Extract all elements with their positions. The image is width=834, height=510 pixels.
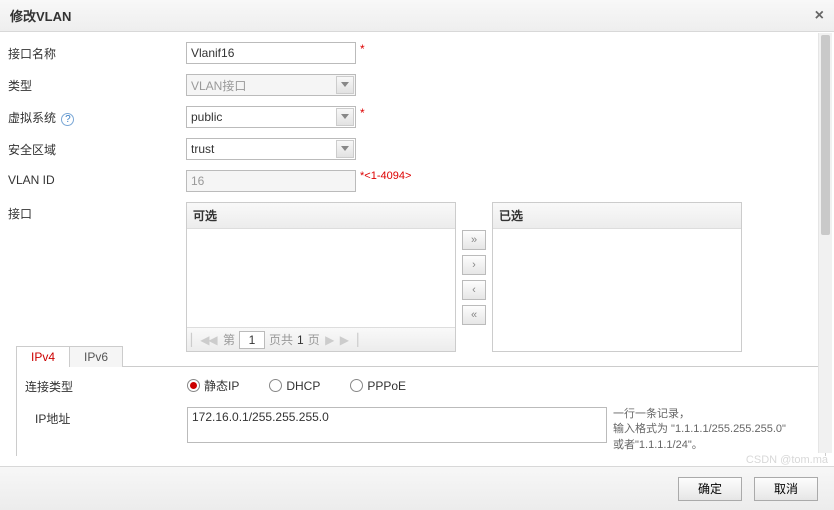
label-conn-type: 连接类型 [25,375,187,395]
pager-suffix-a: 页共 [269,331,293,348]
close-icon[interactable]: × [815,7,824,25]
pager: ▏◀ ◀ 第 页共 1 页 ▶ ▶▕ [187,327,455,351]
radio-icon [269,379,282,392]
move-all-right-button[interactable]: » [462,230,486,250]
required-marker: * [360,42,365,56]
help-icon[interactable]: ? [61,113,74,126]
tab-ipv4[interactable]: IPv4 [16,346,70,367]
zone-select-value: trust [191,142,214,156]
available-list[interactable]: 可选 ▏◀ ◀ 第 页共 1 页 ▶ ▶▕ [186,202,456,352]
selected-list-header: 已选 [493,203,741,229]
zone-select[interactable]: trust [186,138,356,160]
cancel-button[interactable]: 取消 [754,477,818,501]
required-marker: * [360,106,365,120]
label-vsys: 虚拟系统 ? [8,106,186,126]
available-list-body[interactable] [187,229,455,327]
dialog-content: 接口名称 * 类型 VLAN接口 虚拟系统 ? public * 安全区域 tr… [0,32,834,456]
radio-icon [350,379,363,392]
radio-pppoe[interactable]: PPPoE [350,379,406,393]
type-select: VLAN接口 [186,74,356,96]
chevron-down-icon [336,76,354,94]
move-all-left-button[interactable]: « [462,305,486,325]
scrollbar[interactable] [818,33,832,453]
selected-list-body[interactable] [493,229,741,351]
label-ifname: 接口名称 [8,42,186,62]
dual-list: 可选 ▏◀ ◀ 第 页共 1 页 ▶ ▶▕ » › ‹ « [186,202,742,352]
radio-dhcp[interactable]: DHCP [269,379,320,393]
tab-strip: IPv4 IPv6 [16,346,122,367]
interface-name-input[interactable] [186,42,356,64]
move-right-button[interactable]: › [462,255,486,275]
chevron-down-icon [336,140,354,158]
dialog-footer: 确定 取消 [0,466,834,510]
dialog-title: 修改VLAN [10,6,71,25]
ip-hint: 一行一条记录， 输入格式为 "1.1.1.1/255.255.255.0" 或者… [613,407,786,453]
scrollbar-thumb[interactable] [821,35,830,235]
conn-type-radios: 静态IP DHCP PPPoE [187,375,406,394]
label-zone: 安全区域 [8,138,186,158]
pager-next-icon[interactable]: ▶ [324,333,336,347]
pager-first-icon[interactable]: ▏◀ [191,333,203,347]
radio-icon [187,379,200,392]
ok-button[interactable]: 确定 [678,477,742,501]
pager-prev-icon[interactable]: ◀ [207,333,219,347]
dialog-title-bar: 修改VLAN × [0,0,834,32]
label-ip-addr: IP地址 [25,407,187,427]
ip-address-textarea[interactable] [187,407,607,443]
vsys-select-value: public [191,110,222,124]
vlan-id-input [186,170,356,192]
type-select-value: VLAN接口 [191,77,246,94]
move-buttons: » › ‹ « [456,202,492,352]
vlan-id-hint: *<1-4094> [360,170,411,182]
pager-prefix: 第 [223,331,235,348]
label-vlanid: VLAN ID [8,170,186,187]
move-left-button[interactable]: ‹ [462,280,486,300]
ip-tabs-container: IPv4 IPv6 连接类型 静态IP DHCP PPPoE IP地址 一行一条… [16,366,826,456]
pager-suffix-b: 页 [308,331,320,348]
selected-list[interactable]: 已选 [492,202,742,352]
chevron-down-icon [336,108,354,126]
pager-page-input[interactable] [239,331,265,349]
pager-total: 1 [297,333,304,347]
pager-last-icon[interactable]: ▶▕ [340,333,352,347]
tab-ipv6[interactable]: IPv6 [69,346,123,367]
label-type: 类型 [8,74,186,94]
available-list-header: 可选 [187,203,455,229]
label-interface: 接口 [8,202,186,222]
vsys-select[interactable]: public [186,106,356,128]
radio-static[interactable]: 静态IP [187,377,239,394]
